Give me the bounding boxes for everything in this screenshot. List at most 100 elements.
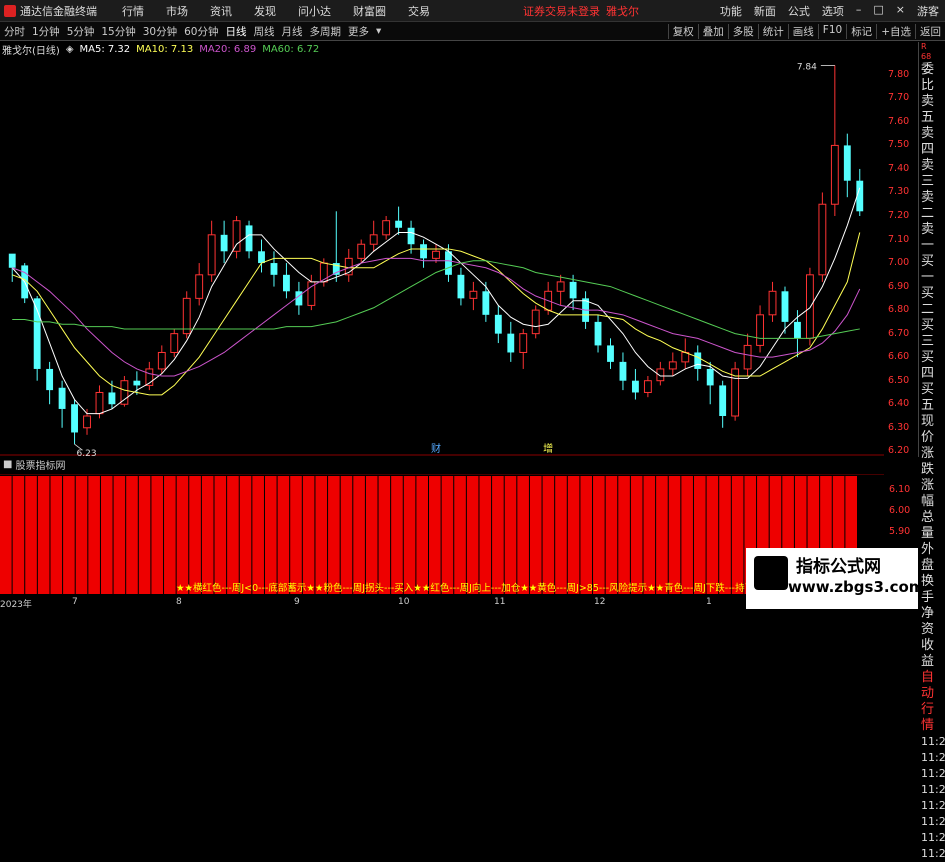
menu-zixun[interactable]: 资讯 [210, 3, 232, 19]
side-item[interactable]: 卖五 [919, 94, 945, 126]
chevron-down-icon[interactable]: ▾ [376, 25, 381, 37]
side-item[interactable]: 买三 [919, 318, 945, 350]
watermark-url: www.zbgs3.com [788, 578, 925, 596]
indicator-tick: 6.10 [889, 484, 911, 495]
add-watchlist-button[interactable]: +自选 [876, 23, 915, 39]
period-weekly[interactable]: 周线 [254, 24, 275, 39]
candle-body [843, 145, 851, 181]
minimize-icon[interactable]: – [856, 3, 862, 19]
indicator-bar [429, 476, 441, 594]
fuquan-button[interactable]: 复权 [667, 23, 698, 39]
price-tick: 6.90 [888, 280, 910, 292]
side-time: 11:2 [921, 735, 945, 748]
candle-body [519, 333, 528, 353]
guest-label[interactable]: 游客 [917, 3, 939, 19]
tongji-button[interactable]: 统计 [757, 23, 788, 39]
side-item[interactable]: 涨跌 [919, 446, 945, 478]
login-status[interactable]: 证券交易未登录 [523, 3, 600, 19]
indicator-bar [630, 476, 643, 594]
period-1min[interactable]: 1分钟 [32, 24, 60, 39]
menu-wenxiaoda[interactable]: 问小达 [298, 3, 331, 19]
side-item[interactable]: 净资 [919, 606, 945, 638]
side-item[interactable]: 卖二 [919, 190, 945, 222]
indicator-bar [138, 476, 151, 594]
candle-body [818, 203, 827, 276]
price-tick: 7.20 [888, 210, 910, 221]
side-item[interactable]: 总量 [919, 510, 945, 542]
menu-faxian[interactable]: 发现 [254, 3, 276, 19]
price-tick: 7.40 [888, 162, 910, 174]
side-item[interactable]: 行情 [919, 702, 945, 734]
indicator-collapse-icon[interactable]: ■ [3, 459, 12, 470]
price-tick: 6.80 [888, 304, 910, 316]
side-time: 11:2 [921, 767, 945, 780]
side-item[interactable]: 卖四 [919, 126, 945, 158]
indicator-bar [504, 476, 517, 594]
duogu-button[interactable]: 多股 [727, 23, 758, 39]
side-item[interactable]: 买五 [919, 382, 945, 414]
side-item[interactable]: 委比 [919, 62, 945, 94]
indicator-bar [328, 476, 340, 594]
candle-body [432, 250, 440, 259]
side-item[interactable]: 外盘 [919, 542, 945, 574]
period-30min[interactable]: 30分钟 [143, 24, 177, 39]
indicator-bar [277, 476, 290, 594]
side-item[interactable]: 自动 [919, 670, 945, 702]
candle-body [594, 321, 602, 346]
period-more[interactable]: 更多 [348, 24, 369, 39]
candle-body [71, 404, 78, 433]
period-fenshi[interactable]: 分时 [4, 24, 25, 39]
menu-gongneng[interactable]: 功能 [720, 3, 742, 19]
diejia-button[interactable]: 叠加 [697, 23, 728, 39]
event-marker[interactable]: 财 [431, 442, 441, 455]
biaoji-button[interactable]: 标记 [846, 23, 876, 39]
indicator-bar [391, 476, 403, 594]
indicator-title: 股票指标网 [15, 461, 66, 472]
side-item[interactable]: 现价 [919, 414, 945, 446]
period-60min[interactable]: 60分钟 [184, 24, 218, 39]
candle-body [207, 234, 216, 276]
period-5min[interactable]: 5分钟 [67, 24, 95, 39]
indicator-bar [693, 476, 706, 594]
side-item[interactable]: 买四 [919, 350, 945, 382]
candle-body [794, 321, 801, 339]
settings-icon[interactable]: ◈ [66, 44, 74, 55]
menu-gongshi[interactable]: 公式 [788, 3, 810, 19]
huaxian-button[interactable]: 画线 [787, 23, 818, 39]
f10-button[interactable]: F10 [817, 23, 846, 39]
indicator-bar [252, 476, 264, 594]
menu-xinmian[interactable]: 新面 [754, 3, 776, 19]
side-item[interactable]: 买一 [919, 254, 945, 286]
menu-jiaoyi[interactable]: 交易 [408, 3, 430, 19]
indicator-bar [37, 476, 50, 594]
side-item[interactable]: 涨幅 [919, 478, 945, 510]
indicator-bar [63, 476, 75, 594]
menu-shichang[interactable]: 市场 [166, 3, 188, 19]
close-icon[interactable]: × [896, 3, 905, 19]
period-daily[interactable]: 日线 [226, 24, 247, 39]
side-item[interactable]: 买二 [919, 286, 945, 318]
side-item[interactable]: 卖一 [919, 222, 945, 254]
indicator-bar [227, 476, 239, 594]
period-monthly[interactable]: 月线 [282, 24, 303, 39]
side-item[interactable]: 收益 [919, 638, 945, 670]
indicator-bar [50, 476, 63, 594]
period-multi[interactable]: 多周期 [310, 24, 342, 39]
menu-caifuquan[interactable]: 财富圈 [353, 3, 386, 19]
menu-hangqing[interactable]: 行情 [122, 3, 144, 19]
event-marker[interactable]: 增 [543, 442, 553, 455]
maximize-icon[interactable]: □ [873, 3, 883, 19]
indicator-bar [88, 476, 100, 594]
price-tick: 7.30 [888, 186, 910, 198]
side-item[interactable]: 卖三 [919, 158, 945, 190]
price-tick: 7.00 [888, 257, 910, 269]
indicator-bar [290, 476, 302, 594]
side-time: 11:2 [921, 847, 945, 860]
back-button[interactable]: 返回 [915, 23, 945, 39]
period-toolbar: 分时 1分钟 5分钟 15分钟 30分钟 60分钟 日线 周线 月线 多周期 更… [0, 22, 945, 41]
candle-body [457, 274, 465, 299]
period-15min[interactable]: 15分钟 [101, 24, 135, 39]
menu-xuanxiang[interactable]: 选项 [822, 3, 844, 19]
candlestick-chart[interactable]: 7.84 6.23 财 增 [0, 56, 884, 456]
price-tick: 6.40 [888, 398, 910, 410]
